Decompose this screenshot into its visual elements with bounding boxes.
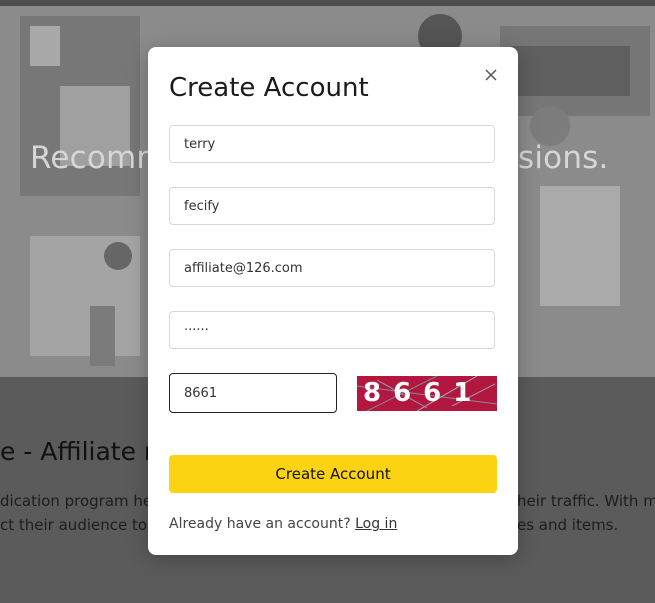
create-account-button[interactable]: Create Account	[169, 455, 497, 493]
login-prompt-row: Already have an account? Log in	[169, 516, 397, 532]
first-name-input[interactable]	[169, 125, 495, 163]
email-input[interactable]	[169, 249, 495, 287]
section-title: e - Affiliate m	[0, 437, 169, 466]
last-name-input[interactable]	[169, 187, 495, 225]
captcha-input[interactable]	[169, 373, 337, 413]
section-line-2-right: es and items.	[517, 516, 619, 534]
hero-heading-left: Recomm	[30, 140, 167, 176]
captcha-image[interactable]: 8661	[357, 376, 497, 411]
password-input[interactable]	[169, 311, 495, 349]
login-link[interactable]: Log in	[355, 516, 397, 532]
section-line-1-right: heir traffic. With mil	[517, 492, 655, 510]
modal-title: Create Account	[169, 73, 369, 103]
close-icon[interactable]	[481, 65, 501, 85]
login-prompt: Already have an account?	[169, 516, 351, 532]
create-account-modal: Create Account 8661 Create Account Alrea…	[148, 47, 518, 555]
captcha-text: 8661	[363, 378, 483, 408]
